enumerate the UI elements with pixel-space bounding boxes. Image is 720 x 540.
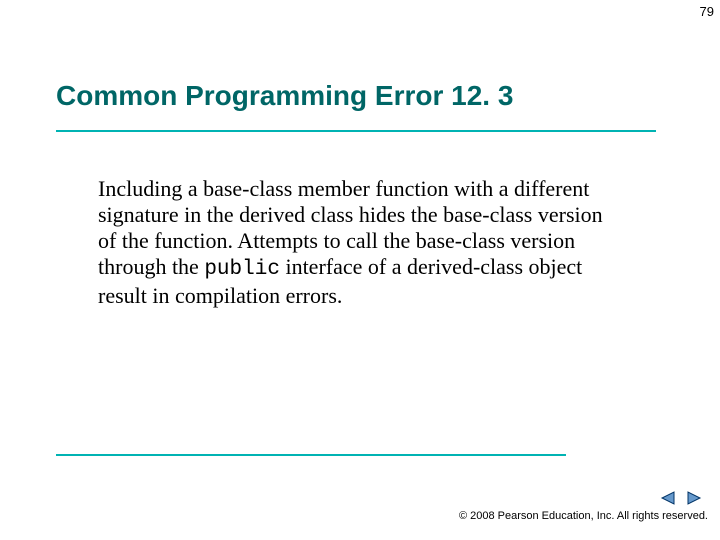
copyright-footer: © 2008 Pearson Education, Inc. All right… (459, 510, 708, 522)
triangle-left-icon (660, 491, 676, 505)
bottom-underline (56, 454, 566, 456)
code-keyword: public (204, 258, 280, 281)
prev-button[interactable] (658, 490, 678, 506)
slide-title: Common Programming Error 12. 3 (56, 80, 513, 112)
next-button[interactable] (684, 490, 704, 506)
page-number: 79 (700, 4, 714, 19)
body-paragraph: Including a base-class member function w… (98, 176, 622, 309)
slide: 79 Common Programming Error 12. 3 Includ… (0, 0, 720, 540)
slide-nav (658, 490, 704, 506)
triangle-right-icon (686, 491, 702, 505)
title-underline (56, 130, 656, 132)
